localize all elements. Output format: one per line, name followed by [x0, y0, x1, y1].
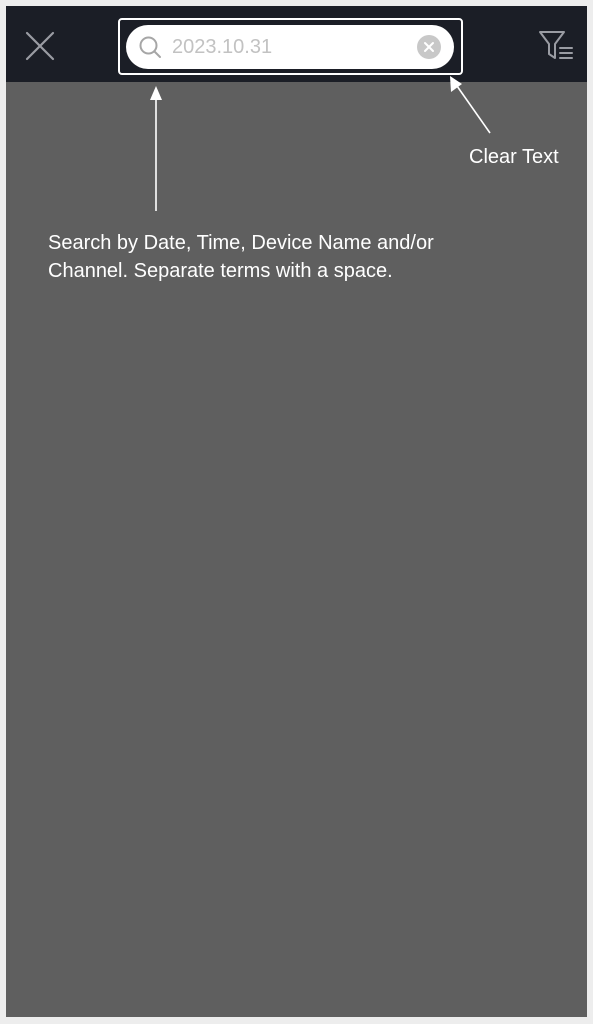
- search-highlight-outline: [118, 18, 463, 75]
- clear-text-arrow: [456, 85, 491, 134]
- close-icon[interactable]: [22, 28, 58, 64]
- search-hint-arrowhead: [150, 86, 162, 100]
- search-hint-annotation: Search by Date, Time, Device Name and/or…: [48, 232, 434, 282]
- filter-icon[interactable]: [536, 28, 576, 64]
- clear-text-annotation: Clear Text: [469, 146, 559, 168]
- overlay-screen: Clear Text Search by Date, Time, Device …: [6, 6, 587, 1017]
